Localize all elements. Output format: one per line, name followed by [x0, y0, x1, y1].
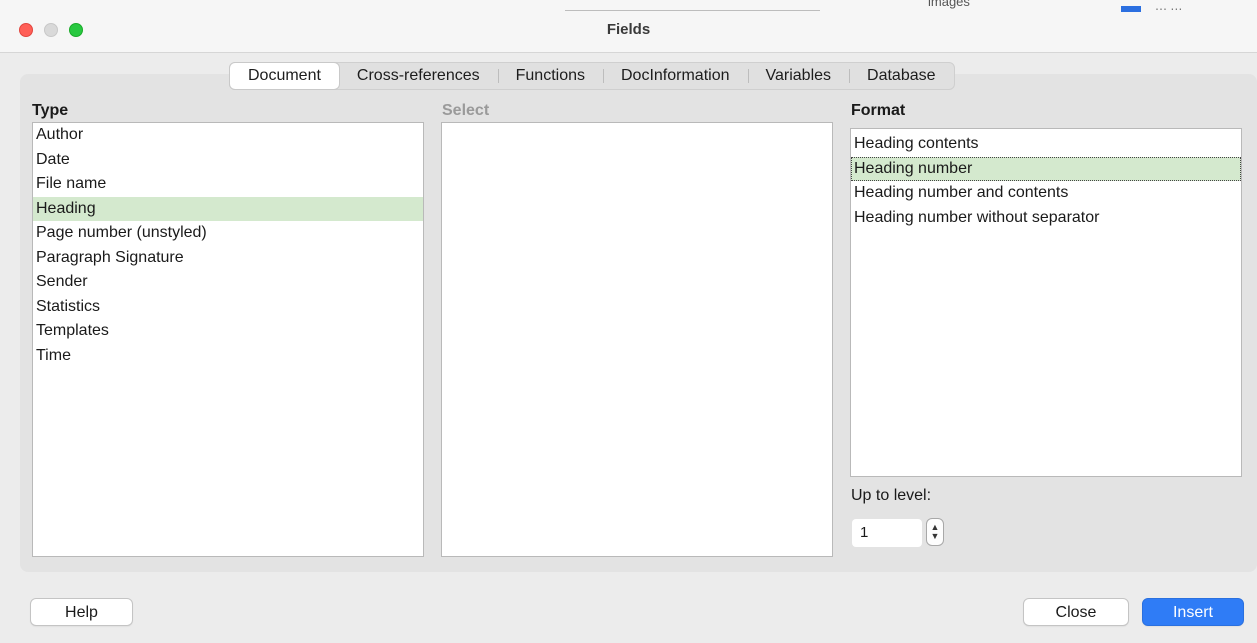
format-item-heading-contents[interactable]: Heading contents: [851, 132, 1241, 157]
type-item-date[interactable]: Date: [33, 148, 423, 173]
title-bar: Fields images ⋯ ⋯: [0, 0, 1257, 53]
format-label: Format: [851, 102, 906, 119]
select-label: Select: [442, 102, 490, 119]
up-to-level-stepper[interactable]: ▲ ▼: [926, 518, 944, 546]
type-item-file-name[interactable]: File name: [33, 172, 423, 197]
fields-dialog: Fields images ⋯ ⋯ Document Cross-referen…: [0, 0, 1257, 643]
tab-docinformation[interactable]: DocInformation: [603, 63, 748, 89]
format-list[interactable]: Heading contents Heading number Heading …: [850, 128, 1242, 477]
window-title: Fields: [606, 21, 651, 38]
select-list[interactable]: [441, 122, 833, 557]
type-item-heading[interactable]: Heading: [33, 196, 423, 221]
tab-variables[interactable]: Variables: [747, 63, 850, 89]
format-item-heading-number[interactable]: Heading number: [851, 156, 1241, 181]
format-item-heading-number-without-separator[interactable]: Heading number without separator: [851, 206, 1241, 231]
background-blue-mark: [1121, 6, 1141, 12]
type-item-statistics[interactable]: Statistics: [33, 295, 423, 320]
tab-document[interactable]: Document: [230, 63, 339, 89]
format-item-heading-number-and-contents[interactable]: Heading number and contents: [851, 181, 1241, 206]
type-list[interactable]: Author Date File name Heading Page numbe…: [32, 122, 424, 557]
background-icons: ⋯ ⋯: [1155, 2, 1183, 16]
close-button[interactable]: Close: [1023, 598, 1129, 626]
background-line: [565, 10, 820, 11]
tab-cross-references[interactable]: Cross-references: [339, 63, 498, 89]
help-button[interactable]: Help: [30, 598, 133, 626]
type-item-author[interactable]: Author: [33, 123, 423, 148]
type-item-page-number[interactable]: Page number (unstyled): [33, 221, 423, 246]
type-item-time[interactable]: Time: [33, 344, 423, 369]
tab-bar: Document Cross-references Functions DocI…: [229, 62, 955, 90]
type-item-paragraph-signature[interactable]: Paragraph Signature: [33, 246, 423, 271]
insert-button[interactable]: Insert: [1142, 598, 1244, 626]
type-item-sender[interactable]: Sender: [33, 270, 423, 295]
chevron-down-icon[interactable]: ▼: [931, 532, 940, 541]
type-item-templates[interactable]: Templates: [33, 319, 423, 344]
type-label: Type: [32, 102, 69, 119]
tab-functions[interactable]: Functions: [497, 63, 603, 89]
background-text: images: [928, 0, 970, 9]
tab-database[interactable]: Database: [849, 63, 954, 89]
up-to-level-label: Up to level:: [851, 487, 932, 504]
up-to-level-field[interactable]: 1: [852, 519, 922, 547]
